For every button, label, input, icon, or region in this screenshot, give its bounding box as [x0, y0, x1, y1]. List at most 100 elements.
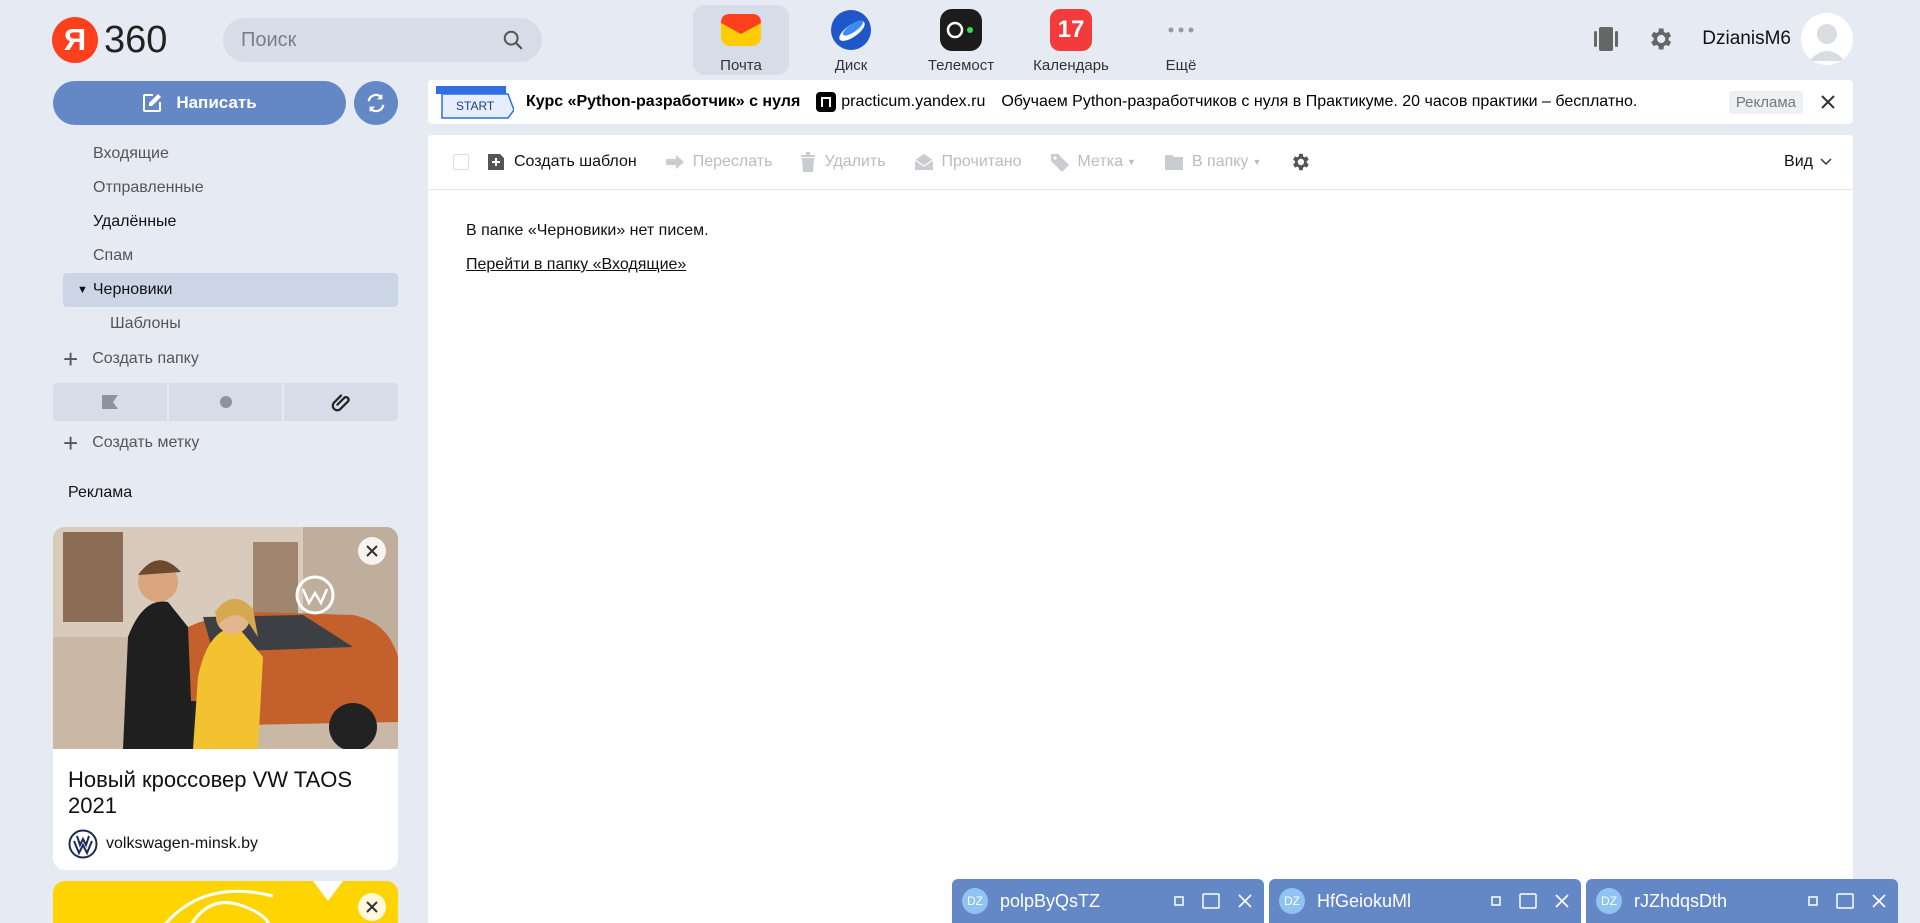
- folder-spam[interactable]: Спам: [63, 239, 398, 273]
- minimize-icon[interactable]: [1491, 896, 1501, 906]
- chat-name: rJZhdqsDth: [1634, 890, 1728, 911]
- view-dropdown[interactable]: Вид: [1784, 153, 1833, 171]
- maximize-icon[interactable]: [1836, 893, 1854, 909]
- top-ad-banner[interactable]: START Курс «Python-разработчик» с нуля p…: [428, 80, 1853, 124]
- move-to-folder-dropdown[interactable]: В папку ▼: [1164, 153, 1261, 171]
- close-icon[interactable]: [1819, 93, 1837, 111]
- telemost-icon: [940, 9, 982, 51]
- minimize-icon[interactable]: [1808, 896, 1818, 906]
- gear-icon: [1293, 153, 1310, 171]
- ad-close-button[interactable]: [358, 537, 386, 565]
- view-label: Вид: [1784, 153, 1813, 170]
- forward-button[interactable]: Переслать: [665, 153, 772, 171]
- chat-tab[interactable]: DZ polpByQsTZ: [952, 879, 1264, 923]
- avatar[interactable]: [1801, 13, 1853, 65]
- refresh-icon: [367, 93, 385, 113]
- folder-label: Спам: [93, 247, 134, 264]
- open-envelope-icon: [914, 154, 933, 170]
- close-icon[interactable]: [1872, 894, 1886, 908]
- ad-domain: volkswagen-minsk.by: [106, 835, 259, 852]
- ad-title[interactable]: Новый кроссовер VW TAOS 2021: [68, 767, 383, 819]
- ad-image[interactable]: [53, 527, 398, 749]
- label-dropdown-label: Метка: [1077, 153, 1123, 170]
- app-calendar[interactable]: 17 Календарь: [1023, 5, 1119, 75]
- volkswagen-logo-icon: [68, 829, 98, 859]
- mark-read-label: Прочитано: [941, 153, 1022, 170]
- select-all-checkbox[interactable]: [453, 154, 469, 170]
- chat-name: HfGeiokuMl: [1317, 890, 1412, 911]
- chat-avatar: DZ: [1596, 888, 1622, 914]
- app-mail[interactable]: Почта: [693, 5, 789, 75]
- mail-icon: [720, 9, 762, 51]
- chevron-down-icon: [1820, 158, 1832, 166]
- sidebar-ad-card[interactable]: Новый кроссовер VW TAOS 2021 volkswagen-…: [53, 527, 398, 870]
- caret-down-icon: ▼: [1126, 157, 1136, 167]
- username[interactable]: DzianisM6: [1702, 28, 1791, 50]
- maximize-icon[interactable]: [1202, 893, 1220, 909]
- banner-domain: practicum.yandex.ru: [841, 93, 986, 110]
- mark-read-button[interactable]: Прочитано: [914, 153, 1022, 171]
- folder-inbox[interactable]: Входящие: [63, 137, 398, 171]
- forward-arrow-icon: [665, 155, 684, 169]
- close-icon[interactable]: [1238, 894, 1252, 908]
- calendar-icon: 17: [1050, 9, 1092, 51]
- folder-label: Входящие: [93, 145, 169, 162]
- go-to-inbox-link[interactable]: Перейти в папку «Входящие»: [466, 256, 686, 274]
- mail-toolbar: Создать шаблон Переслать Удалить Прочита…: [428, 135, 1853, 190]
- unread-dot-icon: [219, 396, 232, 408]
- chat-tab[interactable]: DZ HfGeiokuMl: [1269, 879, 1581, 923]
- logo-text: 360: [104, 18, 168, 61]
- delete-label: Удалить: [824, 153, 886, 170]
- search-placeholder: Поиск: [241, 28, 297, 51]
- label-dropdown[interactable]: Метка ▼: [1050, 152, 1136, 172]
- folder-label: Отправленные: [93, 179, 204, 196]
- minimize-icon[interactable]: [1174, 896, 1184, 906]
- close-icon[interactable]: [1555, 894, 1569, 908]
- filter-important[interactable]: [53, 383, 167, 421]
- folder-deleted[interactable]: Удалённые: [63, 205, 398, 239]
- create-template-button[interactable]: Создать шаблон: [486, 152, 637, 172]
- ad-domain-row[interactable]: volkswagen-minsk.by: [68, 829, 383, 859]
- compose-label: Написать: [176, 93, 257, 112]
- folder-label: Удалённые: [93, 213, 177, 230]
- create-folder-button[interactable]: + Создать папку: [63, 346, 199, 372]
- app-telemost[interactable]: Телемост: [913, 5, 1009, 75]
- header-user-area: DzianisM6: [1592, 13, 1853, 65]
- app-telemost-label: Телемост: [927, 57, 995, 74]
- collapse-triangle-icon[interactable]: ▼: [77, 284, 88, 296]
- folder-label: Шаблоны: [110, 315, 181, 332]
- app-more[interactable]: Ещё: [1133, 5, 1229, 75]
- banner-text: Обучаем Python-разработчиков с нуля в Пр…: [1001, 93, 1638, 110]
- search-icon[interactable]: [502, 29, 524, 51]
- move-to-folder-label: В папку: [1191, 153, 1249, 170]
- settings-gear-icon[interactable]: [1646, 25, 1674, 53]
- banner-ad-label: Реклама: [1728, 90, 1803, 114]
- delete-button[interactable]: Удалить: [800, 152, 886, 172]
- search-input[interactable]: Поиск: [223, 18, 542, 62]
- plus-icon: +: [63, 344, 79, 374]
- folder-templates[interactable]: Шаблоны: [63, 307, 398, 341]
- refresh-button[interactable]: [354, 81, 398, 125]
- mobile-app-icon[interactable]: [1592, 25, 1620, 53]
- compose-button[interactable]: Написать: [53, 81, 346, 125]
- disk-icon: [830, 9, 872, 51]
- sidebar-ad-card-2[interactable]: [53, 881, 398, 923]
- more-icon: [1160, 9, 1202, 51]
- filter-unread[interactable]: [168, 383, 283, 421]
- folder-sent[interactable]: Отправленные: [63, 171, 398, 205]
- create-folder-label: Создать папку: [92, 350, 199, 367]
- filter-attachments[interactable]: [284, 383, 399, 421]
- yandex-360-logo[interactable]: Я 360: [52, 17, 167, 63]
- app-more-label: Ещё: [1165, 57, 1197, 74]
- tag-icon: [1050, 154, 1069, 172]
- ad-photo: [53, 527, 398, 749]
- ad-close-button[interactable]: [358, 893, 386, 921]
- create-label-button[interactable]: + Создать метку: [63, 430, 199, 456]
- caret-down-icon: ▼: [1252, 157, 1262, 167]
- folder-drafts[interactable]: ▼ Черновики: [63, 273, 398, 307]
- chat-tab[interactable]: DZ rJZhdqsDth: [1586, 879, 1898, 923]
- app-disk[interactable]: Диск: [803, 5, 899, 75]
- app-calendar-label: Календарь: [1033, 57, 1109, 74]
- toolbar-settings-button[interactable]: [1289, 151, 1319, 173]
- maximize-icon[interactable]: [1519, 893, 1537, 909]
